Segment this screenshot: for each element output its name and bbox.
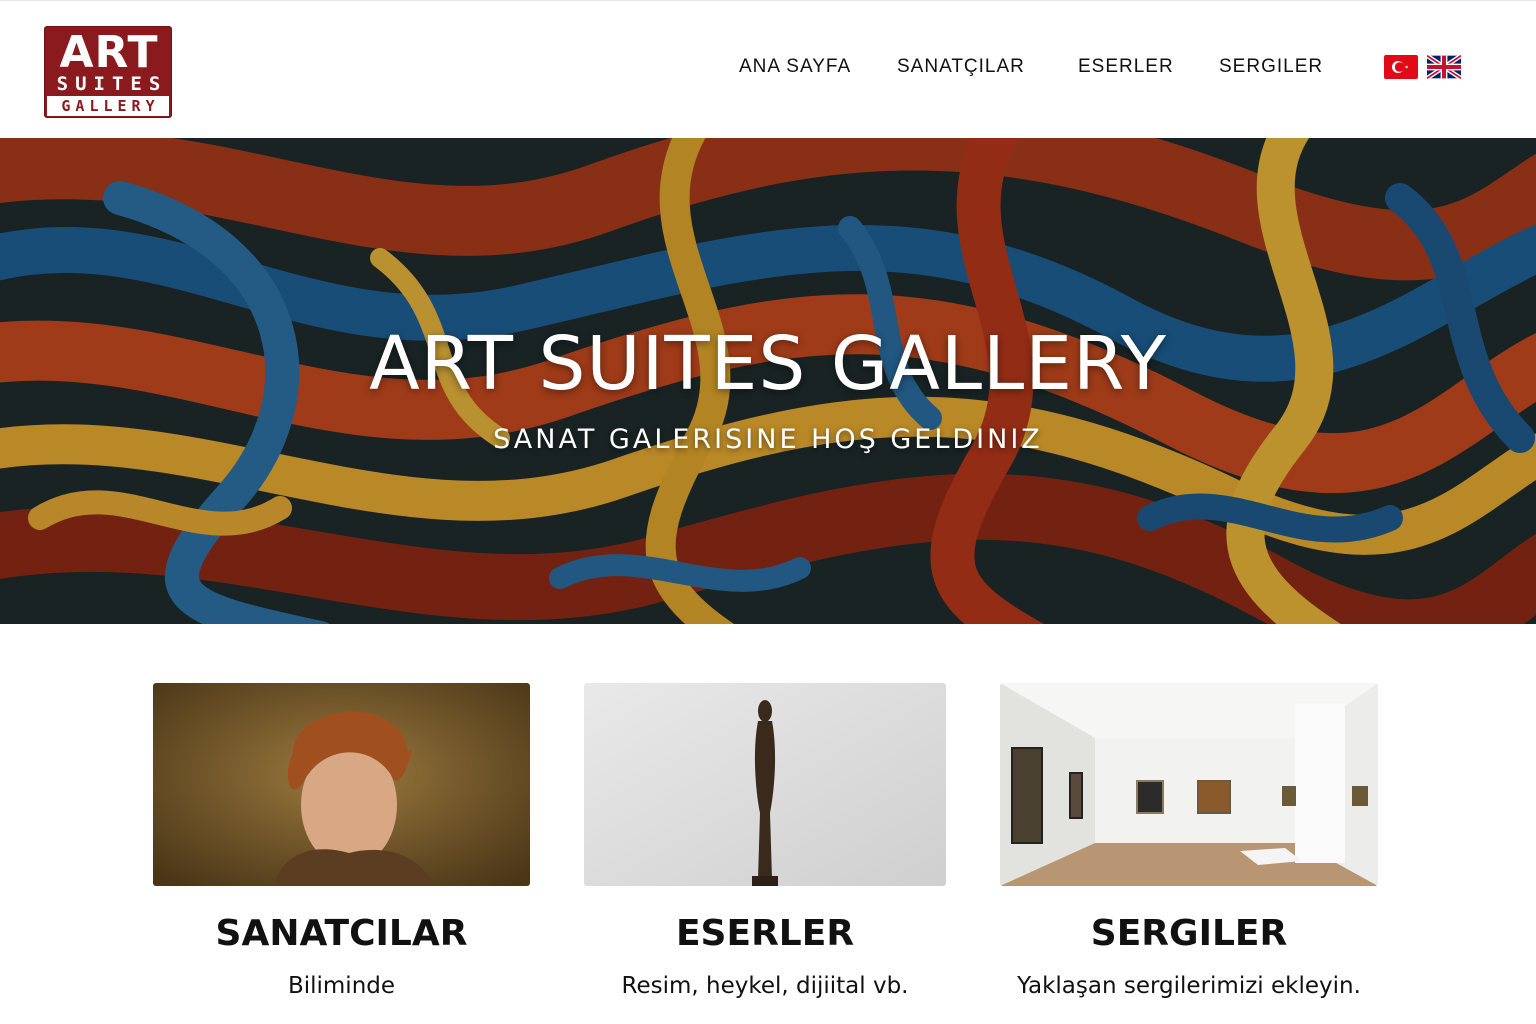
artworks-card-description: Resim, heykel, dijiital vb.	[621, 973, 909, 999]
nav-home[interactable]: ANA SAYFA	[739, 56, 851, 78]
uk-flag-icon[interactable]	[1427, 55, 1461, 79]
logo-line-gallery: GALLERY	[61, 97, 160, 115]
site-header: ART SUITES GALLERY ANA SAYFA SANATÇILAR …	[0, 0, 1536, 138]
nav-exhibitions[interactable]: SERGILER	[1219, 56, 1323, 78]
logo-line-art: ART	[59, 27, 159, 78]
logo-gallery-band: GALLERY	[47, 96, 169, 116]
artists-card-title: SANATCILAR	[215, 913, 468, 954]
hero-title: ART SUITES GALLERY	[369, 321, 1167, 407]
exhibitions-card-description: Yaklaşan sergilerimizi ekleyin.	[1017, 973, 1361, 999]
turkey-flag-icon[interactable]	[1384, 55, 1418, 79]
hero-banner: ART SUITES GALLERY SANAT GALERISINE HOŞ …	[0, 138, 1536, 624]
artists-card-image[interactable]	[153, 683, 530, 886]
artists-card-description: Biliminde	[287, 973, 396, 999]
artworks-card-title: ESERLER	[675, 913, 855, 954]
nav-artists[interactable]: SANATÇILAR	[897, 56, 1025, 78]
gallery-logo[interactable]: ART SUITES GALLERY	[44, 26, 172, 118]
logo-line-suites: SUITES	[56, 73, 168, 95]
exhibitions-card-title: SERGILER	[1090, 913, 1288, 954]
hero-subtitle: SANAT GALERISINE HOŞ GELDINIZ	[493, 424, 1043, 455]
exhibitions-card-image[interactable]	[1000, 683, 1378, 886]
artworks-card-image[interactable]	[584, 683, 946, 886]
nav-artworks[interactable]: ESERLER	[1078, 56, 1174, 78]
